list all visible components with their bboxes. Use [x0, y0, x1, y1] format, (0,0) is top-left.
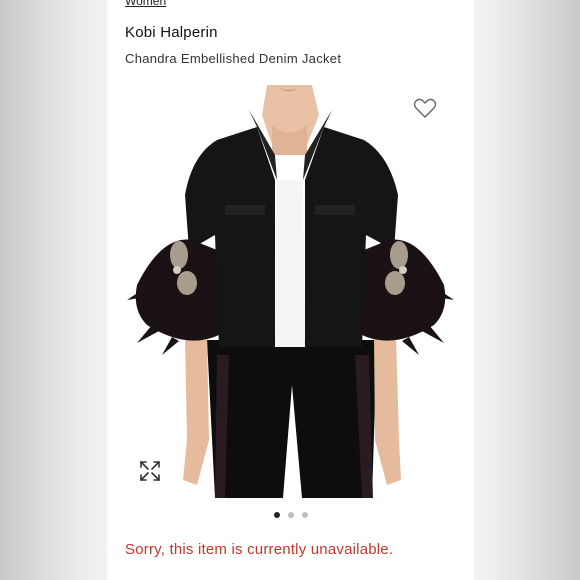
- feather-cuff-right: [362, 239, 454, 355]
- carousel-dots: [107, 512, 474, 518]
- carousel-dot-3[interactable]: [301, 512, 308, 518]
- carousel-dot-2[interactable]: [287, 512, 294, 518]
- expand-image-button[interactable]: [139, 460, 161, 482]
- product-image[interactable]: [107, 85, 474, 498]
- model-top: [275, 180, 305, 347]
- model-left-arm: [183, 335, 209, 485]
- expand-icon: [140, 461, 160, 481]
- carousel-dot-1[interactable]: [273, 512, 280, 518]
- brand-name: Kobi Halperin: [125, 24, 218, 41]
- model-right-arm: [374, 335, 401, 485]
- product-title: Chandra Embellished Denim Jacket: [125, 51, 342, 66]
- favorite-button[interactable]: [413, 97, 437, 119]
- model-trousers: [207, 340, 377, 498]
- heart-icon: [413, 98, 437, 118]
- unavailable-message: Sorry, this item is currently unavailabl…: [125, 541, 394, 558]
- product-card: Women Kobi Halperin Chandra Embellished …: [107, 0, 474, 580]
- breadcrumb-women[interactable]: Women: [125, 0, 166, 8]
